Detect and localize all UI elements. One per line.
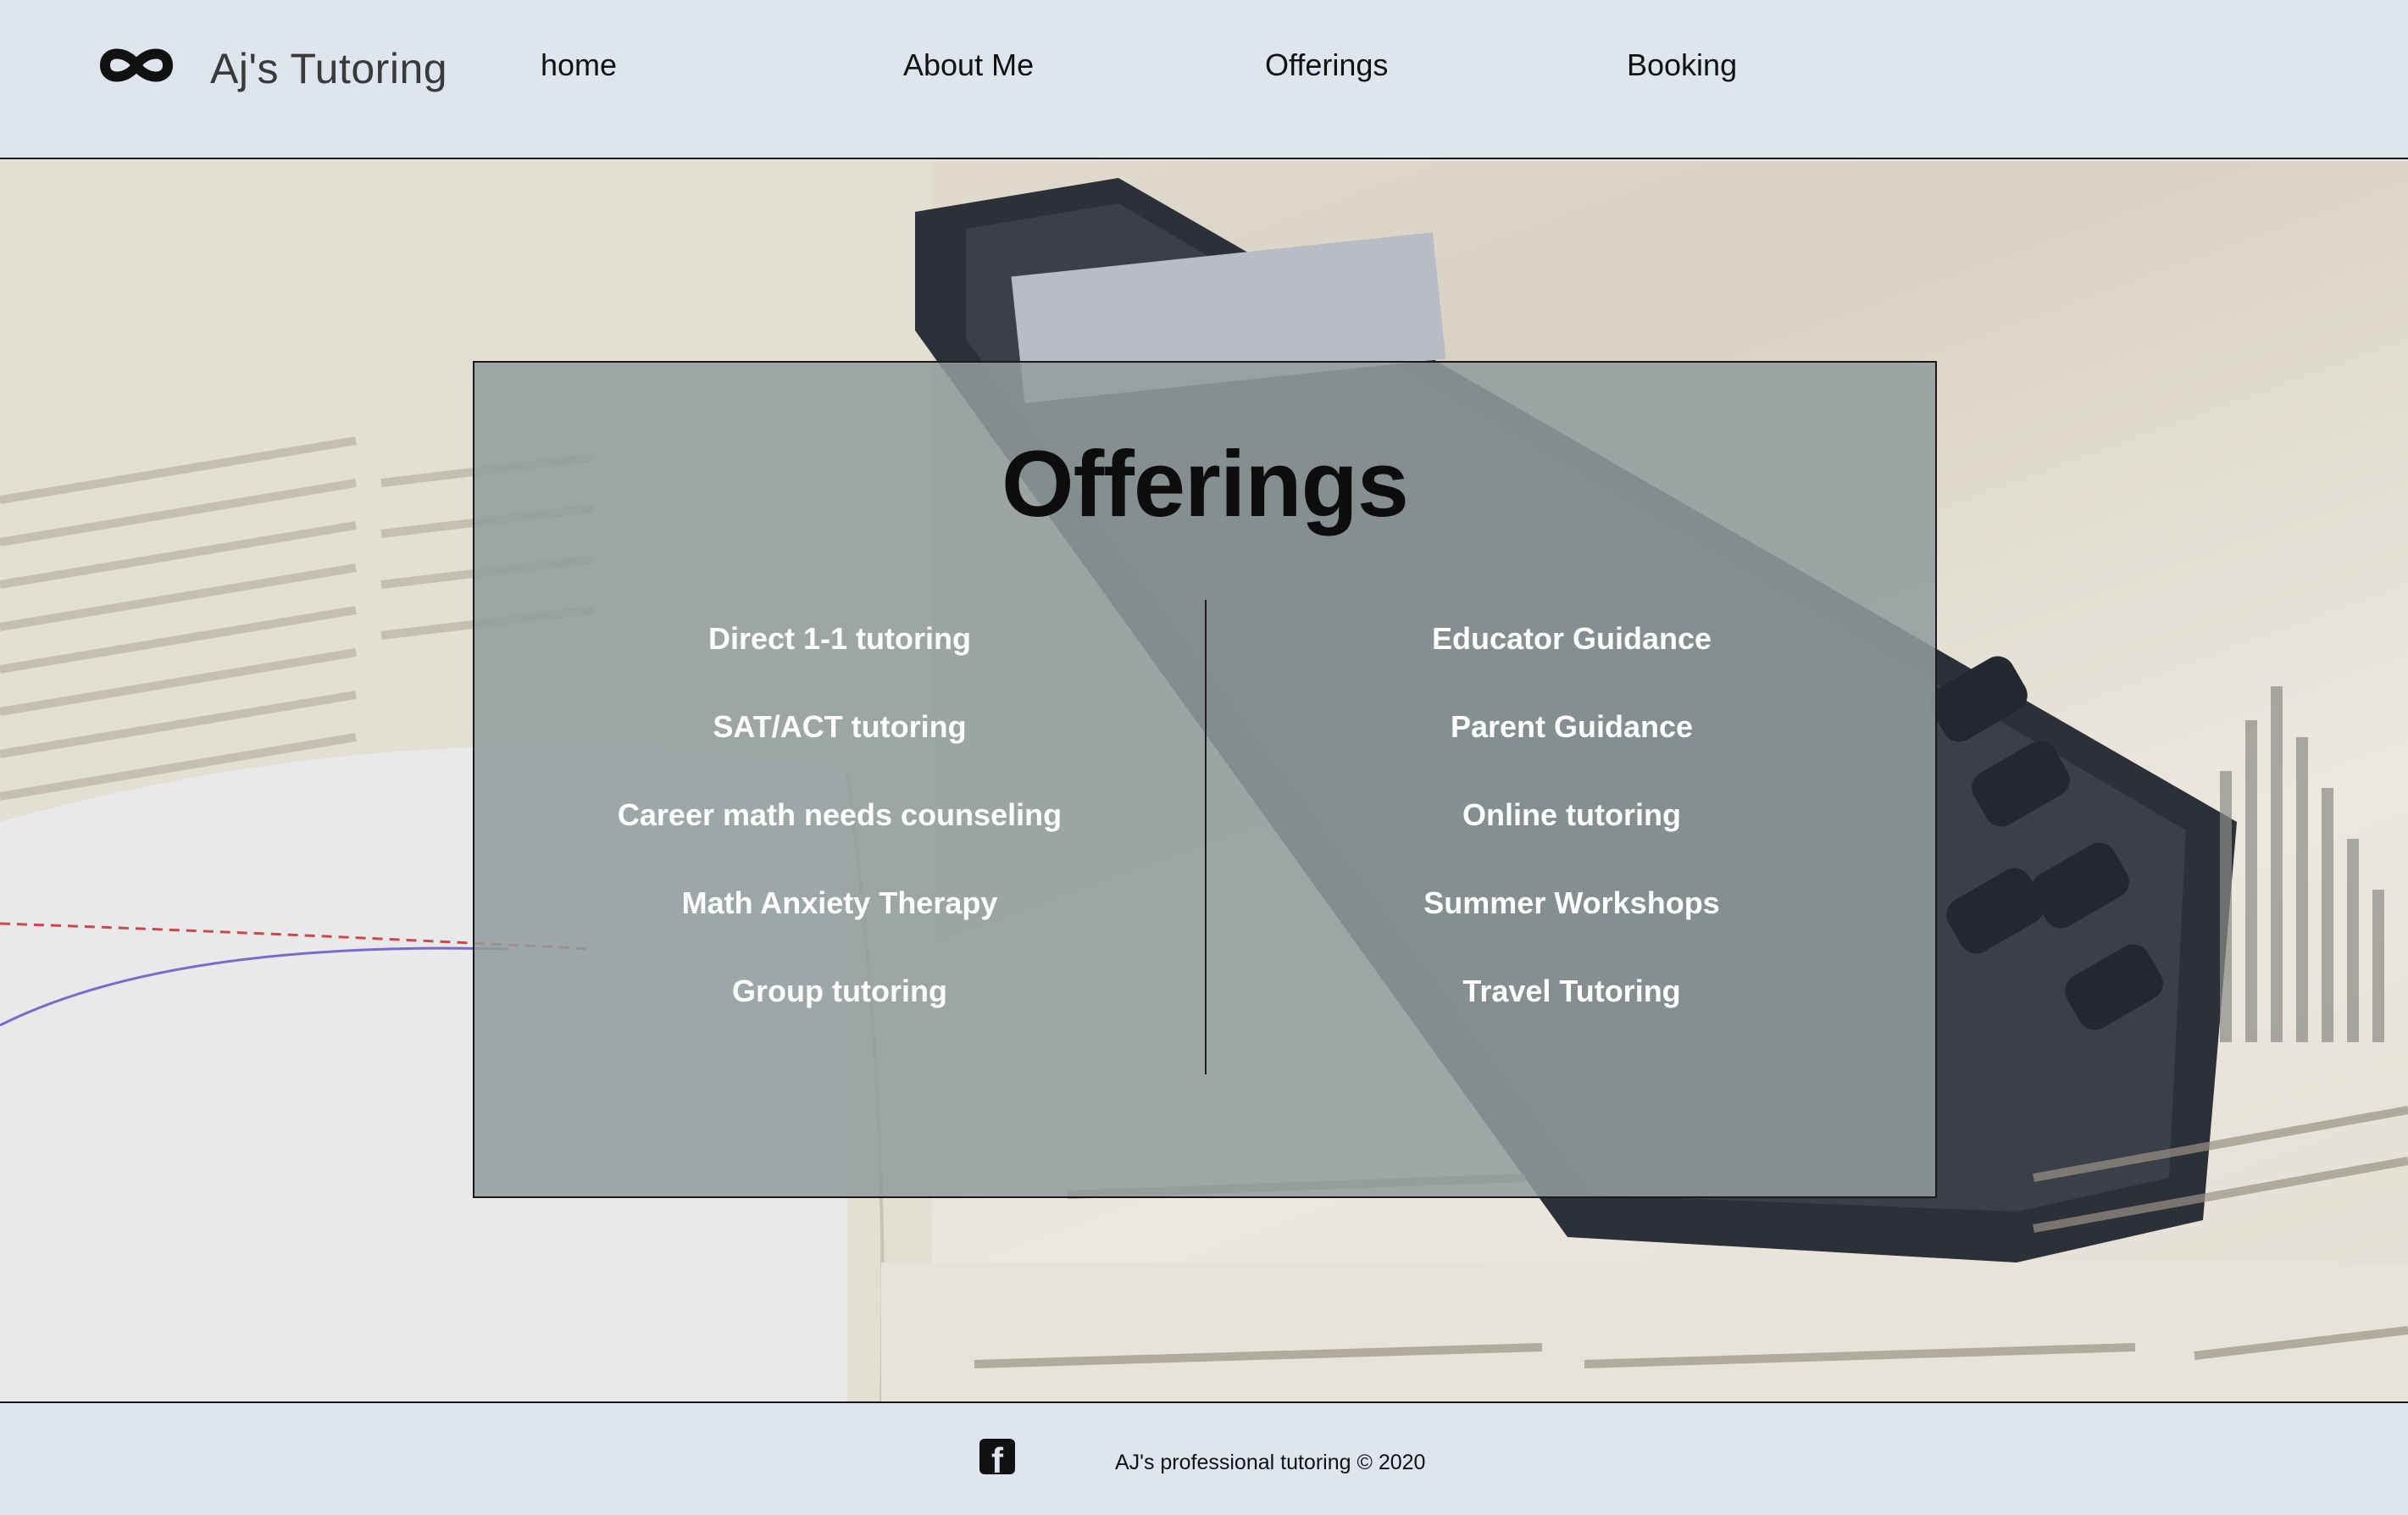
site-header: Aj's Tutoring home About Me Offerings Bo…	[0, 0, 2408, 159]
offering-item: Travel Tutoring	[1462, 974, 1681, 1008]
offerings-panel: Offerings Direct 1-1 tutoring SAT/ACT tu…	[473, 361, 1937, 1198]
offering-item: Career math needs counseling	[617, 797, 1063, 832]
offering-item: SAT/ACT tutoring	[713, 709, 967, 744]
offering-item: Summer Workshops	[1423, 885, 1720, 920]
nav-home[interactable]: home	[541, 47, 617, 83]
site-footer: f AJ's professional tutoring © 2020	[0, 1401, 2408, 1515]
copyright-text: AJ's professional tutoring © 2020	[1115, 1451, 1426, 1474]
nav-about-me[interactable]: About Me	[903, 47, 1034, 83]
offering-item: Online tutoring	[1462, 797, 1681, 832]
offering-item: Parent Guidance	[1450, 709, 1694, 744]
facebook-icon[interactable]: f	[979, 1439, 1015, 1480]
infinity-icon[interactable]	[98, 44, 175, 86]
page-title: Offerings	[1001, 432, 1409, 536]
right-offerings-column: Educator Guidance Parent Guidance Online…	[1207, 617, 1937, 1057]
nav-offerings[interactable]: Offerings	[1265, 47, 1388, 83]
offering-item: Group tutoring	[732, 974, 947, 1008]
offering-item: Direct 1-1 tutoring	[707, 621, 972, 656]
brand-name[interactable]: Aj's Tutoring	[210, 44, 447, 93]
nav-booking[interactable]: Booking	[1627, 47, 1737, 83]
offering-item: Math Anxiety Therapy	[681, 885, 998, 920]
left-offerings-column: Direct 1-1 tutoring SAT/ACT tutoring Car…	[474, 617, 1205, 1057]
offering-item: Educator Guidance	[1431, 621, 1712, 656]
